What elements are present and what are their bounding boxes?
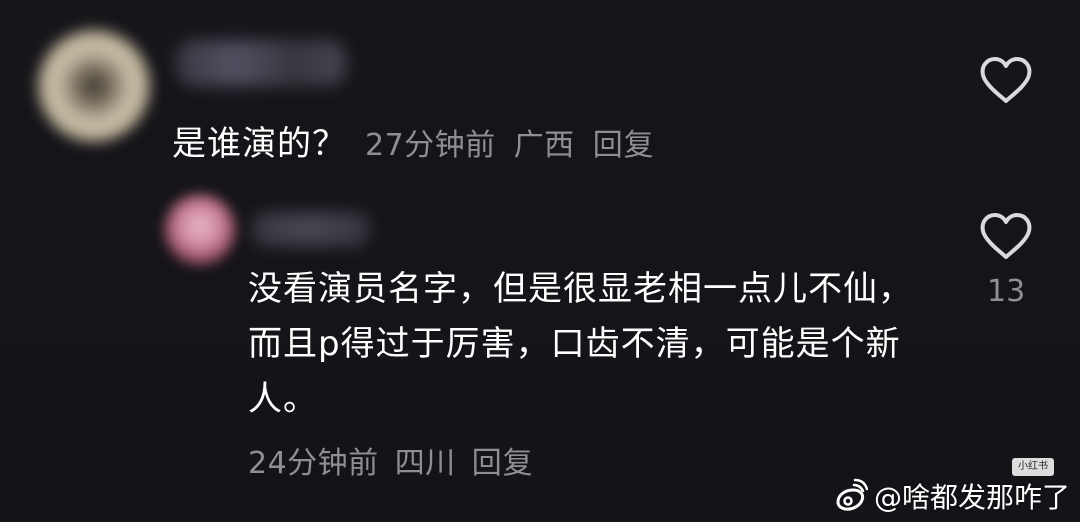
avatar[interactable]	[38, 30, 150, 142]
comment-screen: 是谁演的？ 27分钟前 广西 回复 没看演员名字，但是很显老相一点儿不仙，而且p…	[0, 0, 1080, 522]
heart-outline-icon	[980, 213, 1032, 259]
like-button[interactable]	[978, 208, 1034, 264]
weibo-icon	[836, 478, 868, 511]
heart-outline-icon	[980, 57, 1032, 103]
platform-watermark: 小红书	[1012, 458, 1054, 476]
reply-button[interactable]: 回复	[593, 120, 655, 164]
reply-button[interactable]: 回复	[472, 438, 534, 482]
comment-time: 24分钟前	[248, 446, 379, 481]
avatar[interactable]	[164, 194, 236, 266]
weibo-watermark: @啥都发那咋了	[830, 476, 1070, 516]
like-button[interactable]	[978, 52, 1034, 108]
blurred-username	[252, 212, 370, 246]
comment-location: 四川	[394, 446, 456, 481]
blurred-username	[176, 40, 346, 86]
reply-comment-text: 没看演员名字，但是很显老相一点儿不仙，而且p得过于厉害，口齿不清，可能是个新人。	[248, 269, 913, 419]
like-count: 13	[987, 274, 1026, 309]
comment-time: 27分钟前	[365, 128, 496, 163]
comment-location: 广西	[513, 128, 575, 163]
watermark-text: @啥都发那咋了	[873, 481, 1070, 514]
top-comment-row: 是谁演的？ 27分钟前 广西 回复	[172, 116, 655, 166]
comment-text: 是谁演的？	[172, 124, 347, 164]
reply-comment-meta: 24分钟前 四川 回复	[248, 438, 534, 482]
